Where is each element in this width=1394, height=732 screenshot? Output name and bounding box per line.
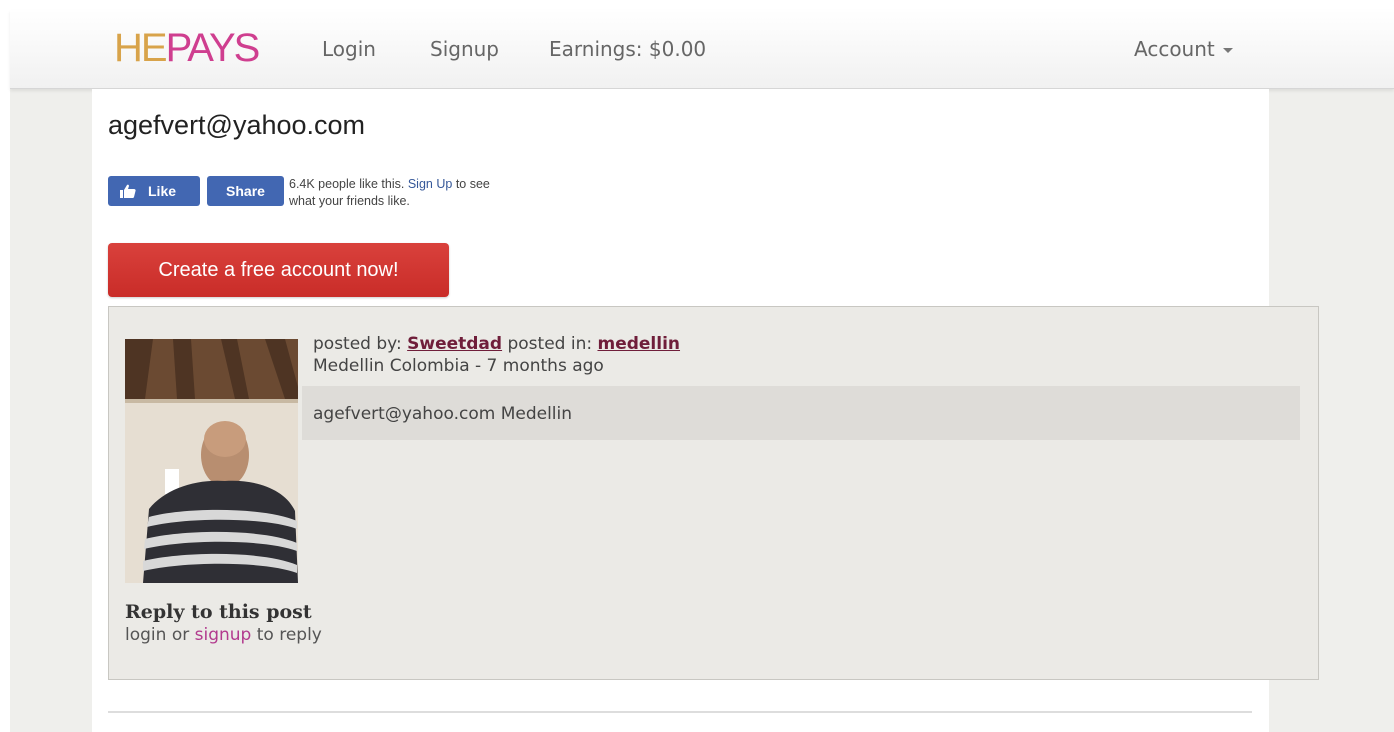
- create-account-button[interactable]: Create a free account now!: [108, 243, 449, 297]
- reply-suffix: to reply: [256, 625, 322, 645]
- author-link[interactable]: Sweetdad: [407, 334, 502, 354]
- facebook-suffix: to see: [455, 177, 490, 191]
- facebook-line2: what your friends like.: [289, 194, 410, 208]
- thumbs-up-icon: [120, 176, 136, 206]
- category-link[interactable]: medellin: [597, 334, 680, 354]
- facebook-share-button[interactable]: Share: [207, 176, 284, 206]
- page-title: agefvert@yahoo.com: [108, 110, 366, 140]
- top-navbar: HEPAYS Login Signup Earnings: $0.00 Acco…: [10, 10, 1394, 89]
- facebook-like-label: Like: [148, 183, 177, 199]
- author-photo[interactable]: [125, 339, 298, 583]
- nav-account-dropdown[interactable]: Account: [1134, 37, 1233, 61]
- nav-login[interactable]: Login: [322, 37, 376, 61]
- posted-by-label: posted by:: [313, 334, 402, 354]
- facebook-like-button[interactable]: Like: [108, 176, 200, 206]
- reply-login-text: login or: [125, 625, 190, 645]
- nav-earnings[interactable]: Earnings: $0.00: [549, 37, 706, 61]
- facebook-like-count: 6.4K people like this.: [289, 177, 405, 191]
- nav-account-label: Account: [1134, 37, 1215, 61]
- brand-logo-part2: PAYS: [165, 26, 261, 70]
- brand-logo[interactable]: HEPAYS: [114, 26, 261, 70]
- chevron-down-icon: [1222, 48, 1233, 53]
- facebook-social-text: 6.4K people like this. Sign Up to see wh…: [289, 176, 490, 210]
- facebook-signup-link[interactable]: Sign Up: [408, 177, 452, 191]
- section-divider: [108, 711, 1252, 713]
- reply-signup-link[interactable]: signup: [195, 625, 252, 645]
- post-location-time: Medellin Colombia - 7 months ago: [313, 356, 604, 376]
- post-message: agefvert@yahoo.com Medellin: [313, 404, 573, 424]
- post-meta: posted by: Sweetdad posted in: medellin …: [313, 333, 680, 377]
- posted-in-label: posted in:: [507, 334, 593, 354]
- brand-logo-part1: HE: [114, 26, 168, 70]
- nav-signup[interactable]: Signup: [430, 37, 499, 61]
- reply-heading: Reply to this post: [125, 601, 312, 623]
- reply-instructions: login or signup to reply: [125, 625, 322, 645]
